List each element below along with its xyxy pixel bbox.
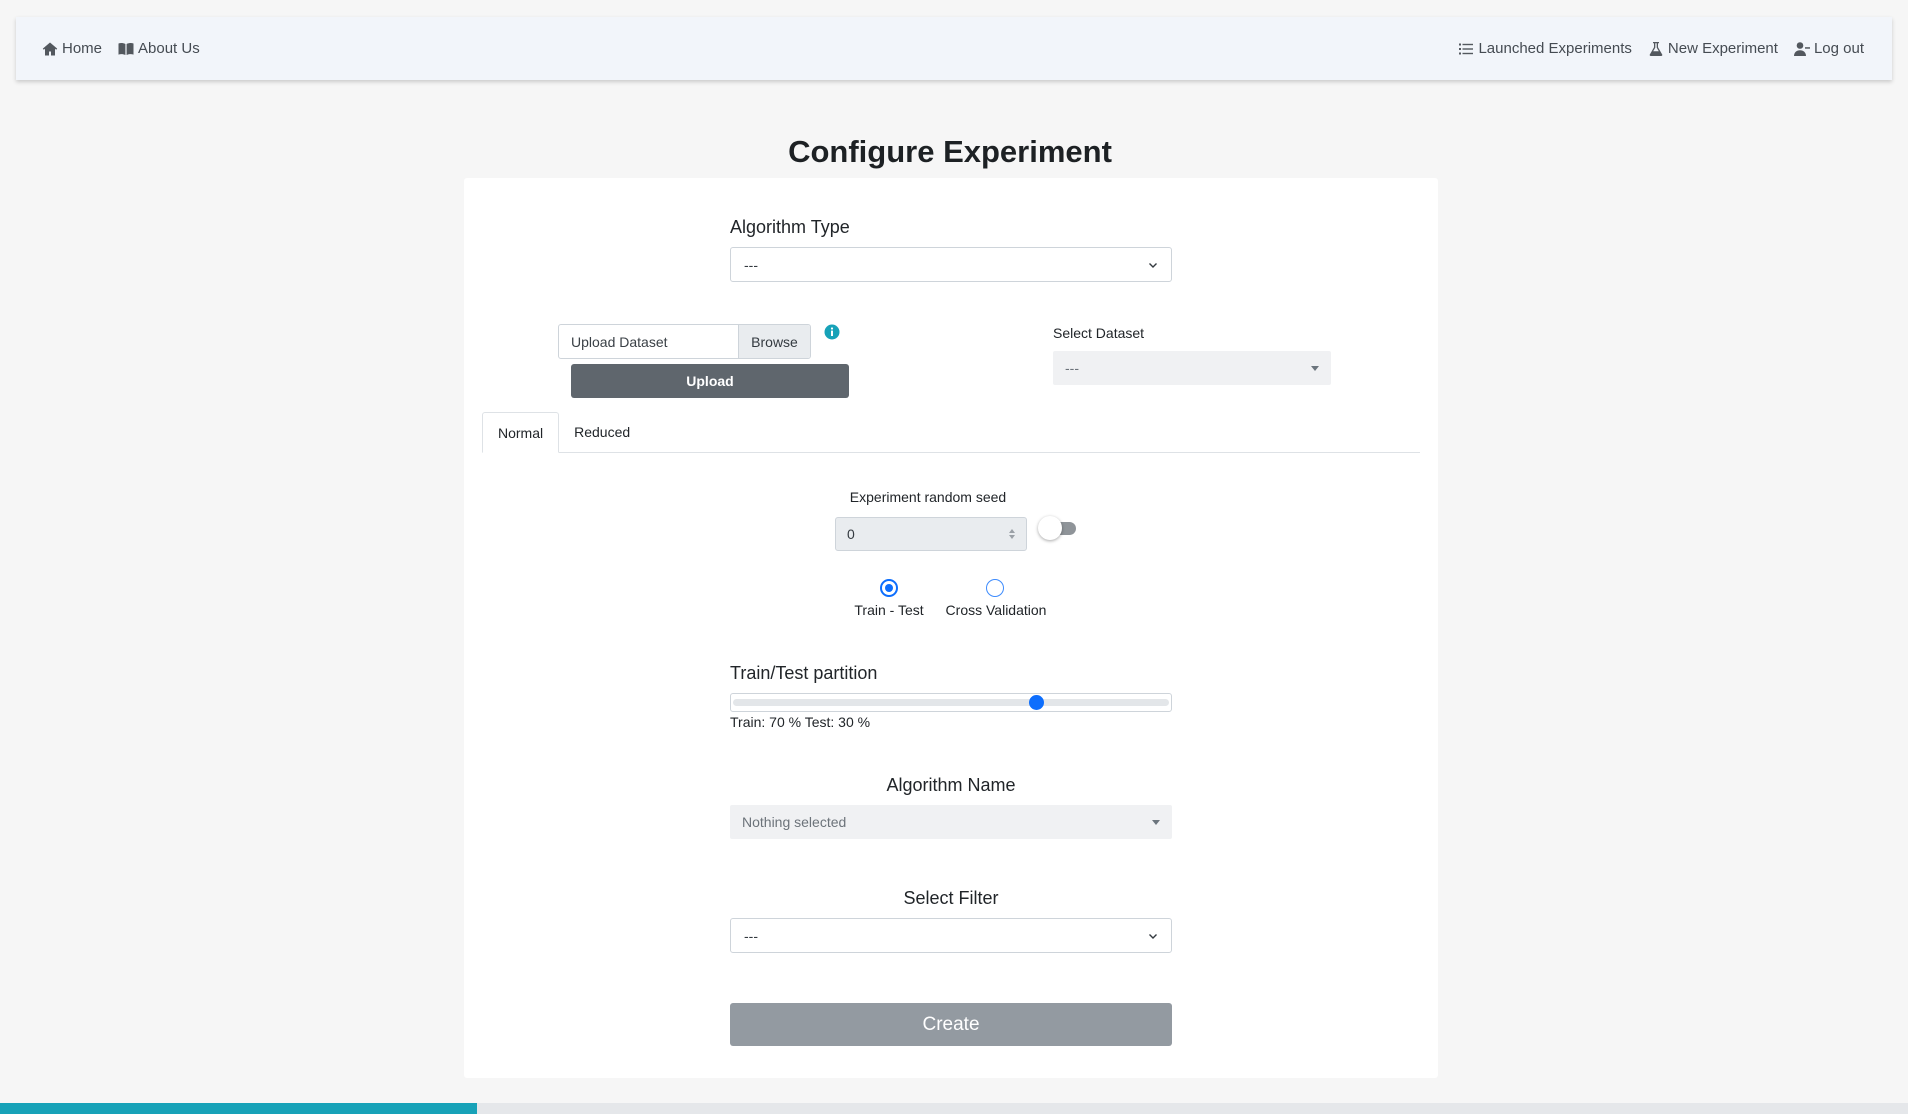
select-dataset-label: Select Dataset [1053, 325, 1145, 341]
nav-about-label: About Us [138, 40, 200, 57]
seed-toggle[interactable] [1038, 516, 1078, 540]
algorithm-type-value: --- [744, 256, 758, 273]
nav-launched-label: Launched Experiments [1478, 40, 1632, 57]
partition-slider[interactable] [730, 693, 1172, 712]
partition-readout: Train: 70 % Test: 30 % [730, 714, 871, 730]
partition-slider-thumb[interactable] [1028, 695, 1044, 710]
chevron-down-icon [1149, 933, 1157, 939]
radio-cross-validation-label: Cross Validation [945, 602, 1047, 618]
browse-button[interactable]: Browse [738, 325, 810, 358]
nav-about-link[interactable]: About Us [118, 40, 200, 57]
select-filter-label: Select Filter [903, 888, 999, 908]
book-icon [118, 42, 134, 55]
radio-train-test-dot [885, 584, 893, 592]
mode-tabs: Normal Reduced [482, 412, 1420, 453]
list-icon [1459, 43, 1474, 54]
select-filter-value: --- [744, 927, 758, 944]
seed-label: Experiment random seed [849, 489, 1007, 505]
dataset-file-label: Upload Dataset [571, 333, 668, 350]
page-progress-bar [0, 1103, 1908, 1114]
create-button[interactable]: Create [730, 1003, 1172, 1046]
select-dataset-value: --- [1065, 360, 1079, 376]
partition-label: Train/Test partition [730, 663, 878, 683]
algorithm-name-label: Algorithm Name [886, 775, 1016, 795]
page-title: Configure Experiment [788, 134, 1112, 169]
nav-right: Launched Experiments New Experiment Log … [1458, 40, 1864, 57]
user-minus-icon [1793, 41, 1810, 56]
seed-input[interactable]: 0 [835, 517, 1027, 551]
caret-down-icon [1152, 819, 1160, 825]
dataset-file-input[interactable]: Upload Dataset Browse [558, 324, 811, 359]
flask-icon [1649, 41, 1663, 56]
nav-launched-link[interactable]: Launched Experiments [1458, 40, 1632, 57]
nav-left: Home About Us [42, 40, 200, 57]
seed-value: 0 [847, 526, 855, 542]
select-dataset-dropdown[interactable]: --- [1053, 351, 1331, 385]
nav-new-experiment-link[interactable]: New Experiment [1648, 40, 1778, 57]
algorithm-name-placeholder: Nothing selected [742, 814, 847, 830]
tab-reduced[interactable]: Reduced [559, 412, 645, 452]
nav-logout-label: Log out [1813, 40, 1864, 57]
radio-train-test[interactable] [880, 579, 898, 597]
nav-new-experiment-label: New Experiment [1667, 40, 1778, 57]
spinner-icon [1009, 529, 1015, 539]
upload-button[interactable]: Upload [571, 364, 849, 398]
select-filter-dropdown[interactable]: --- [730, 918, 1172, 953]
algorithm-type-label: Algorithm Type [730, 217, 850, 237]
nav-home-label: Home [62, 40, 103, 57]
top-navbar: Home About Us Launched Experiments New E… [16, 17, 1892, 80]
partition-slider-rail [733, 699, 1169, 706]
nav-logout-link[interactable]: Log out [1793, 40, 1864, 57]
page-progress-fill [0, 1103, 477, 1114]
tab-normal[interactable]: Normal [482, 412, 560, 453]
nav-home-link[interactable]: Home [42, 40, 102, 57]
home-icon [42, 42, 58, 55]
radio-train-test-label: Train - Test [854, 602, 924, 618]
caret-down-icon [1311, 365, 1319, 371]
chevron-down-icon [1149, 262, 1157, 268]
algorithm-name-dropdown[interactable]: Nothing selected [730, 805, 1172, 839]
info-icon[interactable] [824, 324, 840, 340]
experiment-config-card: Algorithm Type --- Upload Dataset Browse… [464, 178, 1438, 1078]
algorithm-type-select[interactable]: --- [730, 247, 1172, 282]
radio-cross-validation[interactable] [986, 579, 1004, 597]
seed-toggle-knob [1038, 516, 1062, 540]
